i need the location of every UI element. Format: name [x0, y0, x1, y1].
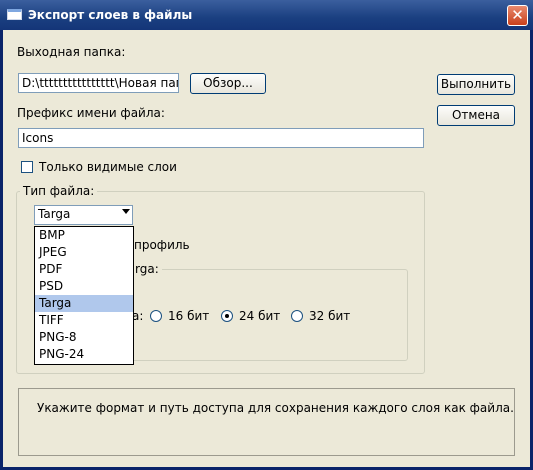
- dialog-window: Экспорт слоев в файлы ✕ Выходная папка: …: [0, 0, 533, 470]
- close-button[interactable]: ✕: [507, 5, 528, 26]
- depth-32-label: 32 бит: [309, 309, 351, 323]
- browse-button[interactable]: Обзор...: [190, 73, 266, 94]
- file-type-option-pdf[interactable]: PDF: [35, 261, 133, 278]
- depth-32-radio[interactable]: [291, 310, 303, 322]
- file-type-option-png24[interactable]: PNG-24: [35, 346, 133, 363]
- file-type-select[interactable]: Targa: [34, 205, 133, 225]
- prefix-label: Префикс имени файла:: [17, 106, 165, 120]
- file-type-group-label: Тип файла:: [20, 184, 98, 198]
- cancel-button[interactable]: Отмена: [437, 105, 515, 126]
- file-type-option-psd[interactable]: PSD: [35, 278, 133, 295]
- depth-24-label: 24 бит: [239, 309, 281, 323]
- file-type-option-jpeg[interactable]: JPEG: [35, 244, 133, 261]
- file-type-option-tiff[interactable]: TIFF: [35, 312, 133, 329]
- chevron-down-icon: [122, 209, 130, 214]
- title-bar[interactable]: Экспорт слоев в файлы ✕: [0, 0, 533, 30]
- visible-only-checkbox[interactable]: [21, 161, 33, 173]
- depth-24-radio[interactable]: [221, 310, 233, 322]
- file-type-dropdown: BMP JPEG PDF PSD Targa TIFF PNG-8 PNG-24: [34, 226, 134, 365]
- depth-16-radio[interactable]: [150, 310, 162, 322]
- output-folder-label: Выходная папка:: [17, 45, 126, 59]
- depth-16-label: 16 бит: [168, 309, 210, 323]
- window-title: Экспорт слоев в файлы: [28, 8, 193, 22]
- file-type-option-targa[interactable]: Targa: [35, 295, 133, 312]
- file-type-option-png8[interactable]: PNG-8: [35, 329, 133, 346]
- info-panel: Укажите формат и путь доступа для сохран…: [18, 388, 515, 456]
- profile-text: профиль: [134, 238, 190, 252]
- output-folder-field[interactable]: D:\tttttttttttttttt\Новая пап: [18, 73, 179, 93]
- prefix-field[interactable]: Icons: [18, 128, 424, 148]
- run-button[interactable]: Выполнить: [437, 74, 515, 95]
- visible-only-label: Только видимые слои: [39, 160, 177, 174]
- radio-dot: [225, 314, 229, 318]
- info-text: Укажите формат и путь доступа для сохран…: [37, 401, 514, 415]
- targa-options-label: rga:: [132, 262, 162, 276]
- window-icon: [7, 9, 22, 20]
- dialog-body: Выходная папка: D:\tttttttttttttttt\Нова…: [3, 30, 530, 467]
- file-type-option-bmp[interactable]: BMP: [35, 227, 133, 244]
- file-type-selected: Targa: [38, 207, 71, 221]
